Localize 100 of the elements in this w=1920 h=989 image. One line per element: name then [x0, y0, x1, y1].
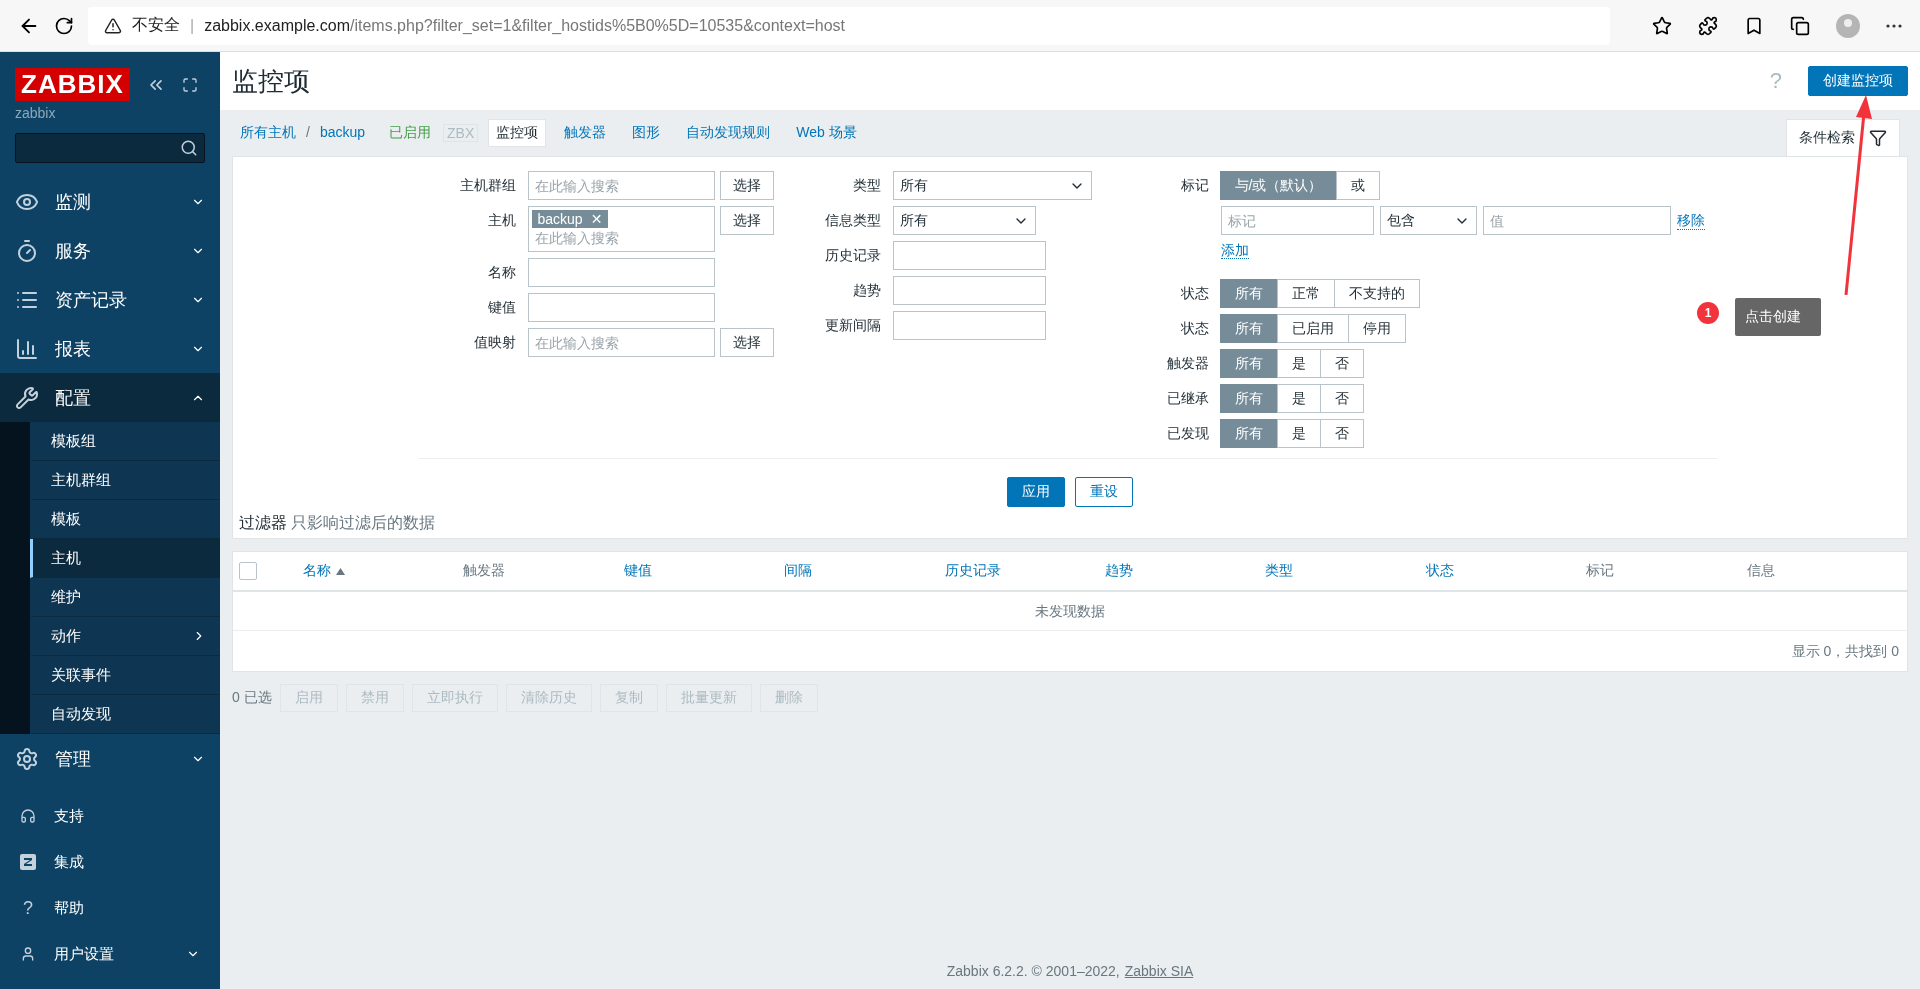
question-mark: ? — [22, 897, 34, 919]
menu-item[interactable]: ? 帮助 — [0, 885, 220, 931]
more-icon[interactable] — [1886, 23, 1902, 28]
column-header: 标记 — [1586, 562, 1616, 580]
input-field[interactable] — [892, 311, 1046, 340]
menu-item[interactable]: 管理 — [0, 734, 220, 783]
submenu-item[interactable]: 维护 — [30, 578, 220, 617]
submenu-item[interactable]: 模板组 — [30, 422, 220, 461]
radio-option[interactable]: 是 — [1276, 384, 1321, 413]
annotation-tooltip: 点击创建 — [1735, 298, 1821, 336]
menu-item[interactable]: 集成 — [0, 839, 220, 885]
column-header[interactable]: 名称 — [303, 562, 464, 580]
filter-tab[interactable]: 条件检索 — [1786, 119, 1900, 156]
submenu-item[interactable]: 模板 — [30, 500, 220, 539]
input-field[interactable]: 标记 — [1220, 206, 1374, 235]
field-label: 更新间隔 — [823, 316, 881, 335]
radio-option[interactable]: 或 — [1336, 171, 1381, 200]
tab[interactable]: Web 场景 — [788, 119, 865, 147]
input-field[interactable] — [892, 276, 1046, 305]
tab[interactable]: 图形 — [624, 119, 669, 147]
column-header[interactable]: 间隔 — [784, 562, 945, 580]
create-item-button[interactable]: 创建监控项 — [1808, 66, 1908, 96]
selected-count: 0 已选 — [232, 689, 272, 707]
tab[interactable]: 自动发现规则 — [678, 119, 779, 147]
collections-icon — [1790, 15, 1810, 36]
input-field[interactable] — [527, 293, 715, 322]
result-count: 显示 0，共找到 0 — [1790, 642, 1900, 661]
agent-badge: ZBX — [443, 124, 479, 142]
refresh-icon — [54, 15, 74, 36]
dropdown[interactable]: 所有 — [892, 171, 1092, 200]
submenu-item[interactable]: 主机群组 — [30, 461, 220, 500]
tab[interactable]: 触发器 — [556, 119, 615, 147]
dropdown[interactable]: 包含 — [1379, 206, 1477, 235]
host-status: 已启用 — [389, 124, 432, 142]
security-label: 不安全 — [132, 15, 180, 35]
add-link[interactable]: 添加 — [1220, 242, 1249, 259]
field-label: 标记 — [1179, 176, 1209, 195]
radio-option[interactable]: 已启用 — [1276, 314, 1349, 343]
submenu-item[interactable]: 主机 — [30, 539, 220, 578]
radio-option[interactable]: 停用 — [1347, 314, 1406, 343]
column-header: 信息 — [1746, 562, 1776, 580]
menu-item[interactable]: 服务 — [0, 226, 220, 275]
user-icon — [20, 946, 36, 962]
placeholder-text: 在此输入搜索 — [533, 230, 620, 248]
company-link[interactable]: Zabbix SIA — [1124, 963, 1194, 979]
field-label: 状态 — [1179, 319, 1209, 338]
submenu-item[interactable]: 关联事件 — [30, 656, 220, 695]
submenu-item[interactable]: 自动发现 — [30, 695, 220, 734]
logo: ZABBIX — [15, 68, 130, 101]
breadcrumb-link[interactable]: 所有主机 — [240, 124, 296, 142]
star-icon — [1652, 15, 1672, 36]
radio-option[interactable]: 不支持的 — [1333, 279, 1420, 308]
sort-up-icon — [336, 567, 345, 575]
tab[interactable]: 监控项 — [488, 119, 547, 147]
column-header[interactable]: 历史记录 — [944, 562, 1105, 580]
column-header[interactable]: 键值 — [623, 562, 785, 580]
menu-item[interactable]: 用户设置 — [0, 931, 220, 977]
reset-button[interactable]: 重设 — [1075, 477, 1133, 507]
server-name: zabbix — [14, 104, 57, 123]
radio-option[interactable]: 否 — [1319, 349, 1364, 378]
input-field[interactable] — [892, 241, 1046, 270]
radio-option[interactable]: 否 — [1319, 384, 1364, 413]
menu-item[interactable]: 配置 — [0, 373, 220, 422]
column-header[interactable]: 趋势 — [1105, 562, 1266, 580]
expand-icon — [181, 76, 198, 93]
menu-item[interactable]: 支持 — [0, 793, 220, 839]
avatar-icon[interactable] — [1836, 13, 1860, 38]
url-separator: | — [190, 16, 195, 35]
remove-link[interactable]: 移除 — [1676, 211, 1705, 230]
input-field[interactable]: 在此输入搜索 — [527, 171, 715, 200]
radio-option[interactable]: 是 — [1276, 419, 1321, 448]
field-label: 趋势 — [851, 281, 881, 300]
select-button[interactable]: 选择 — [719, 328, 774, 357]
input-field[interactable]: 在此输入搜索 — [527, 328, 715, 357]
url-text: zabbix.example.com/items.php?filter_set=1&filter_hostids%5B0%5D=10535&context=host — [204, 16, 845, 35]
input-field[interactable]: 值 — [1482, 206, 1671, 235]
apply-button[interactable]: 应用 — [1007, 477, 1065, 507]
select-button[interactable]: 选择 — [719, 206, 774, 235]
input-field[interactable] — [527, 258, 715, 287]
column-header[interactable]: 类型 — [1265, 562, 1426, 580]
field-label: 触发器 — [1165, 354, 1209, 373]
field-label: 主机 — [486, 211, 516, 230]
search-field[interactable] — [15, 133, 205, 163]
column-header[interactable]: 状态 — [1425, 562, 1587, 580]
breadcrumb-link[interactable]: backup — [319, 124, 366, 142]
field-label: 名称 — [486, 263, 516, 282]
search-icon — [180, 139, 198, 157]
field-label: 主机群组 — [458, 176, 516, 195]
radio-option[interactable]: 否 — [1319, 419, 1364, 448]
select-all-checkbox[interactable] — [239, 562, 257, 580]
filter-title: 过滤器 — [239, 513, 287, 533]
dropdown[interactable]: 所有 — [892, 206, 1036, 235]
submenu-item[interactable]: 动作 — [30, 617, 220, 656]
select-button[interactable]: 选择 — [719, 171, 774, 200]
radio-option[interactable]: 正常 — [1276, 279, 1335, 308]
menu-item[interactable]: 报表 — [0, 324, 220, 373]
menu-item[interactable]: 资产记录 — [0, 275, 220, 324]
address-bar[interactable]: 不安全 | zabbix.example.com/items.php?filter_set=1&filter_hostids%5B0%5D=10535&context=host — [88, 6, 1610, 45]
menu-item[interactable]: 监测 — [0, 177, 220, 226]
radio-option[interactable]: 是 — [1276, 349, 1321, 378]
